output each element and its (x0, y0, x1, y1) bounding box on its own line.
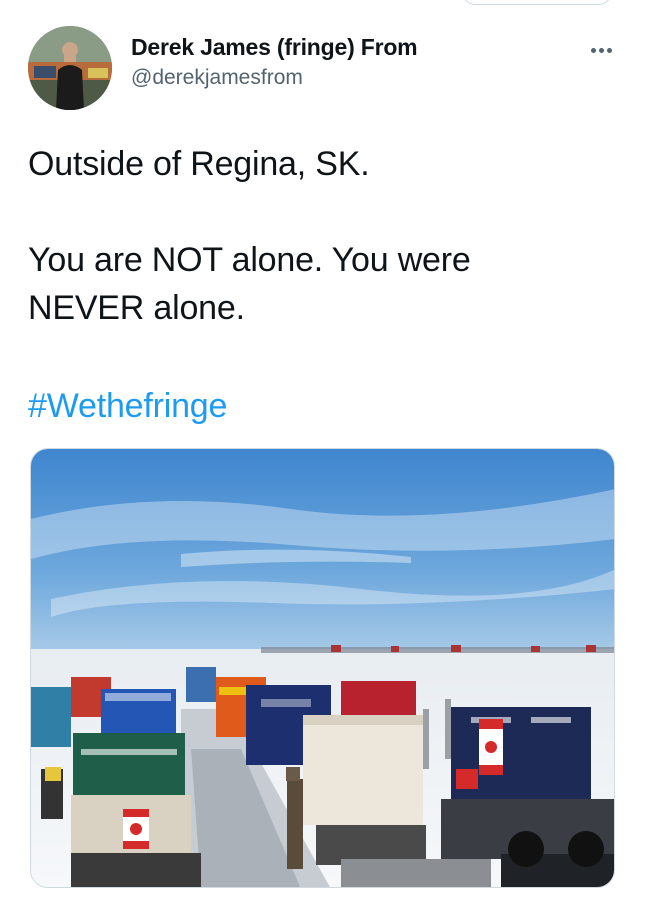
hashtag-link[interactable]: #Wethefringe (28, 382, 227, 430)
display-name[interactable]: Derek James (fringe) From (131, 34, 418, 61)
tweet-photo[interactable] (30, 448, 615, 888)
top-control-edge[interactable] (462, 0, 612, 5)
more-options-icon[interactable] (584, 38, 618, 62)
tweet-header: Derek James (fringe) From @derekjamesfro… (28, 26, 618, 116)
tweet-line-1: Outside of Regina, SK. (28, 145, 370, 183)
tweet-text: Outside of Regina, SK. You are NOT alone… (28, 140, 618, 332)
author-block: Derek James (fringe) From @derekjamesfro… (131, 34, 418, 90)
tweet-page: Derek James (fringe) From @derekjamesfro… (0, 0, 645, 900)
trucks-convoy-photo-icon (31, 449, 614, 887)
tweet-line-2: You are NOT alone. You were (28, 241, 471, 279)
avatar-photo-icon (28, 26, 112, 110)
avatar[interactable] (28, 26, 112, 110)
tweet-line-3: NEVER alone. (28, 289, 245, 327)
user-handle[interactable]: @derekjamesfrom (131, 66, 417, 90)
